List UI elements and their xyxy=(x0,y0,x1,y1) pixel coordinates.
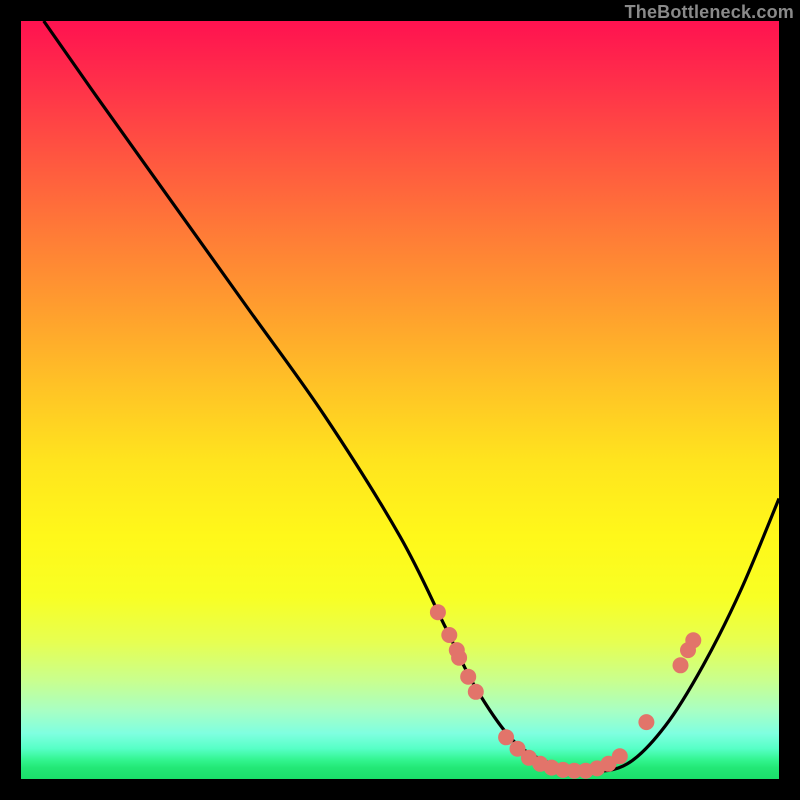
data-points xyxy=(430,604,701,779)
data-point xyxy=(451,650,467,666)
data-point xyxy=(460,669,476,685)
data-point xyxy=(685,632,701,648)
data-point xyxy=(468,684,484,700)
data-point xyxy=(638,714,654,730)
chart-svg xyxy=(21,21,779,779)
watermark-text: TheBottleneck.com xyxy=(625,2,794,23)
data-point xyxy=(673,657,689,673)
chart-container: TheBottleneck.com xyxy=(0,0,800,800)
data-point xyxy=(498,729,514,745)
plot-area xyxy=(21,21,779,779)
bottleneck-curve xyxy=(44,21,779,771)
data-point xyxy=(612,748,628,764)
data-point xyxy=(441,627,457,643)
data-point xyxy=(430,604,446,620)
